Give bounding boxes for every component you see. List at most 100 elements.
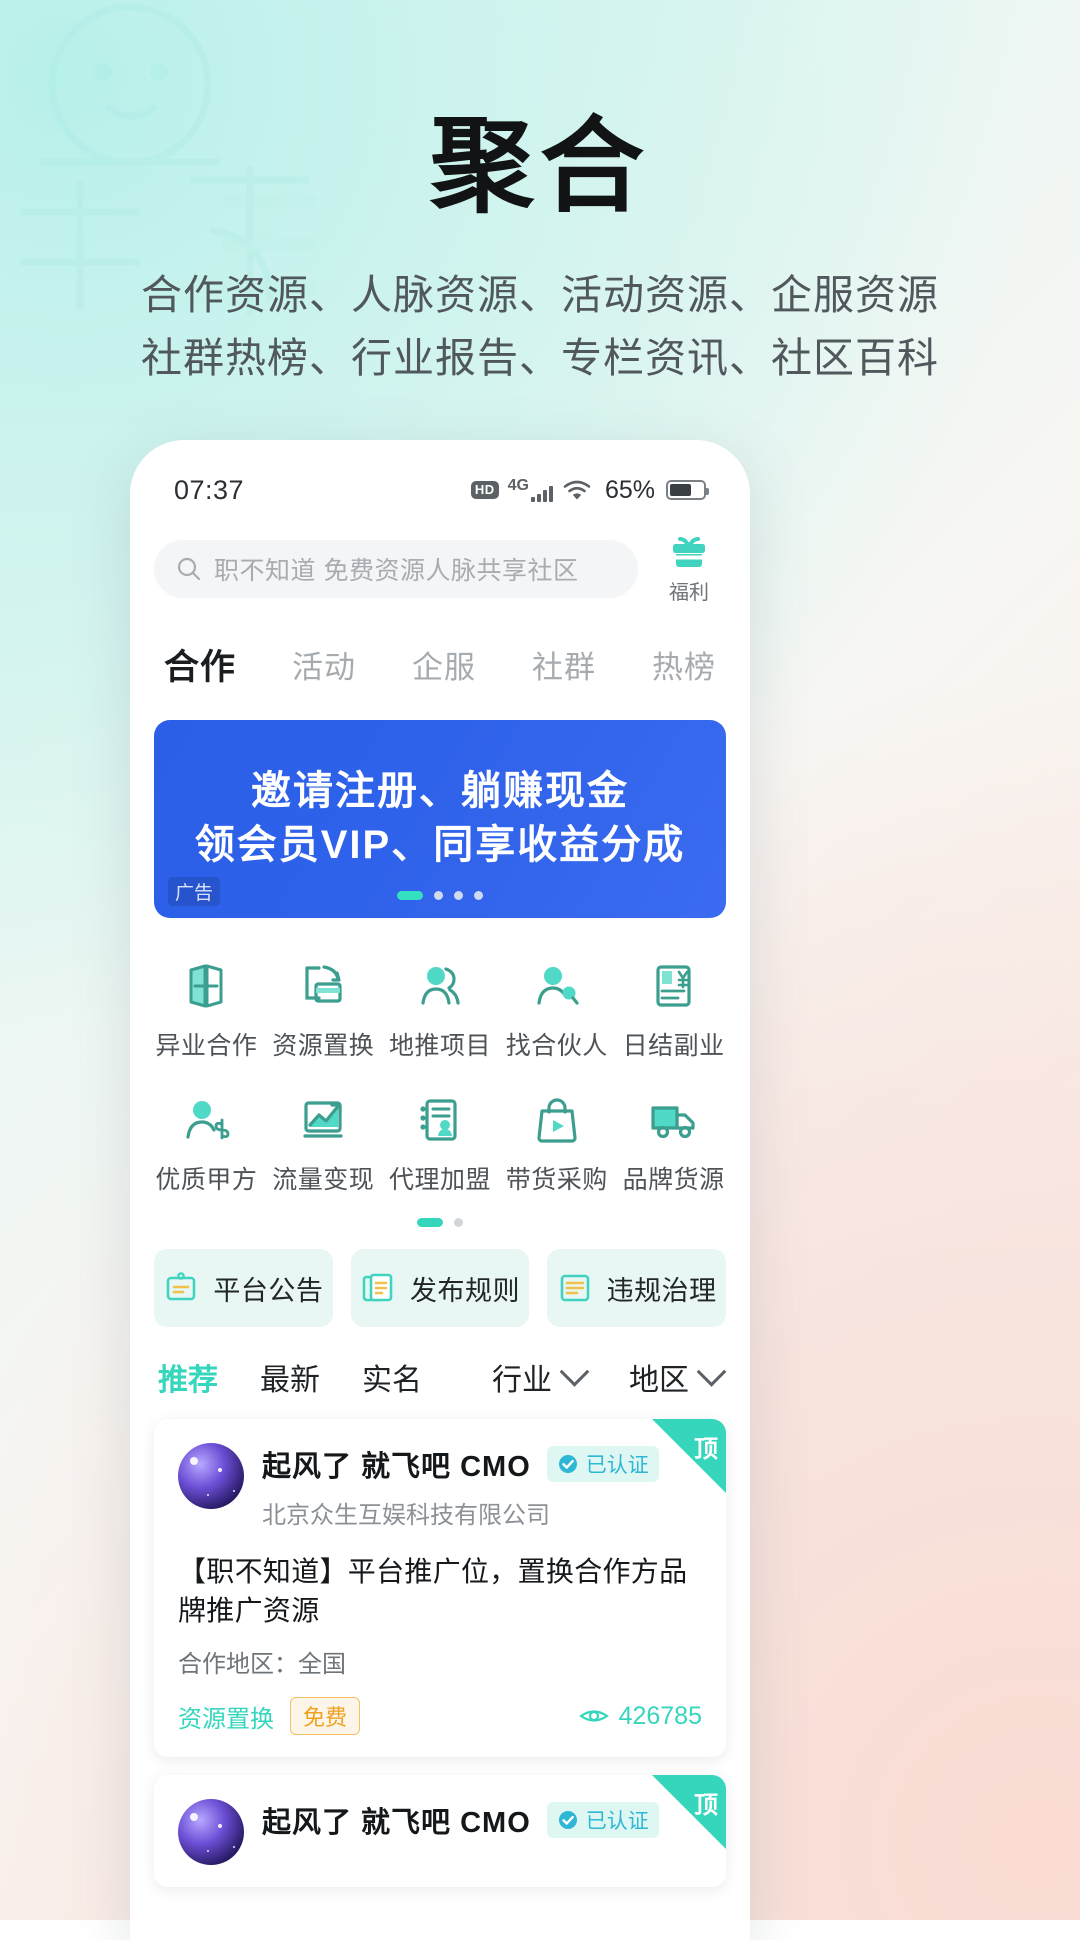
top-badge: 顶 <box>652 1775 726 1850</box>
banner-dot-2[interactable] <box>434 891 443 900</box>
filter-newest[interactable]: 最新 <box>260 1355 320 1399</box>
shop-bag-play-icon <box>537 1098 577 1143</box>
grid-label: 代理加盟 <box>388 1166 491 1194</box>
tab-qifu[interactable]: 企服 <box>412 642 476 687</box>
hero-section: 聚合 合作资源、人脉资源、活动资源、企服资源 社群热榜、行业报告、专栏资讯、社区… <box>0 112 1080 389</box>
status-bar: 07:37 HD 4G 65% <box>130 440 750 518</box>
hd-icon: HD <box>470 480 499 500</box>
search-placeholder: 职不知道 免费资源人脉共享社区 <box>214 556 579 585</box>
top-badge-label: 顶 <box>694 1436 718 1463</box>
grid-pager <box>130 1218 750 1227</box>
eye-icon <box>578 1710 609 1722</box>
grid-item-rijiefuye[interactable]: 日结副业 <box>615 944 732 1072</box>
yen-note-icon <box>655 965 691 1007</box>
verified-check-icon <box>558 1811 577 1830</box>
grid-item-pinpaihuoyuan[interactable]: 品牌货源 <box>615 1078 732 1206</box>
battery-percent: 65% <box>604 475 655 504</box>
grid-item-zhaohehuoren[interactable]: 找合伙人 <box>498 944 615 1072</box>
tab-shequn[interactable]: 社群 <box>532 642 596 687</box>
banner-dot-4[interactable] <box>474 891 483 900</box>
grid-label: 带货采购 <box>505 1166 608 1194</box>
filter-industry-dropdown[interactable]: 行业 <box>492 1355 590 1399</box>
banner-line-2: 领会员VIP、同享收益分成 <box>194 823 686 867</box>
grid-page-dot-2[interactable] <box>454 1218 463 1227</box>
grid-item-daihuocaigou[interactable]: 带货采购 <box>498 1078 615 1206</box>
quick-link-violation[interactable]: 违规治理 <box>547 1249 727 1327</box>
network-label: 4G <box>507 477 529 494</box>
status-time: 07:37 <box>174 474 245 505</box>
documents-icon <box>362 1273 393 1302</box>
avatar <box>178 1443 244 1509</box>
grid-label: 品牌货源 <box>622 1166 725 1194</box>
verified-check-icon <box>558 1455 577 1473</box>
list-filter-bar: 推荐 最新 实名 行业 地区 <box>130 1327 750 1399</box>
filter-recommended[interactable]: 推荐 <box>158 1355 218 1399</box>
grid-item-liuliangbianxian[interactable]: 流量变现 <box>265 1078 382 1206</box>
wifi-icon <box>563 480 591 500</box>
verified-label: 已认证 <box>585 1454 649 1477</box>
battery-icon <box>666 480 709 500</box>
tab-huodong[interactable]: 活动 <box>292 642 356 687</box>
banner-dot-1[interactable] <box>397 891 423 900</box>
status-badge: 已认证 <box>546 1802 659 1839</box>
top-badge-label: 顶 <box>694 1792 718 1820</box>
avatar <box>178 1799 244 1866</box>
truck-icon <box>650 1106 695 1139</box>
trend-chart-icon <box>303 1101 343 1138</box>
exchange-flag-icon <box>189 964 223 1008</box>
chevron-down-icon <box>696 1356 727 1387</box>
list-doc-icon <box>560 1274 589 1302</box>
person-search-icon <box>537 967 579 1005</box>
clipboard-icon <box>167 1272 196 1301</box>
grid-page-dot-1[interactable] <box>417 1218 443 1227</box>
hero-subtitle-line-2: 社群热榜、行业报告、专栏资讯、社区百科 <box>141 334 939 381</box>
grid-item-yiyehezuo[interactable]: 异业合作 <box>148 944 265 1072</box>
filter-region-dropdown[interactable]: 地区 <box>629 1355 727 1399</box>
grid-label: 找合伙人 <box>505 1032 608 1060</box>
quick-link-label: 违规治理 <box>606 1275 717 1306</box>
post-region: 合作地区：全国 <box>178 1651 346 1679</box>
promo-banner[interactable]: 邀请注册、躺赚现金 领会员VIP、同享收益分成 广告 <box>154 720 726 918</box>
page-title: 聚合 <box>429 109 650 225</box>
top-badge: 顶 <box>652 1419 726 1493</box>
grid-item-ditui[interactable]: 地推项目 <box>382 944 499 1072</box>
welfare-label: 福利 <box>669 582 709 604</box>
grid-label: 流量变现 <box>272 1166 375 1194</box>
post-price-tag: 免费 <box>290 1697 361 1736</box>
category-tabs: 合作 活动 企服 社群 热榜 <box>130 605 750 690</box>
grid-item-dailijiameng[interactable]: 代理加盟 <box>382 1078 499 1206</box>
welfare-button[interactable]: 福利 <box>652 532 726 605</box>
grid-label: 日结副业 <box>622 1032 725 1060</box>
grid-label: 资源置换 <box>272 1032 375 1060</box>
grid-label: 异业合作 <box>155 1032 258 1060</box>
banner-dot-3[interactable] <box>454 891 463 900</box>
tab-hezuo[interactable]: 合作 <box>164 639 236 690</box>
search-icon <box>177 557 201 580</box>
post-username: 起风了 就飞吧 CMO <box>262 1807 531 1840</box>
banner-line-1: 邀请注册、躺赚现金 <box>251 769 629 813</box>
quick-link-announcement[interactable]: 平台公告 <box>154 1249 333 1327</box>
two-people-icon <box>421 967 460 1005</box>
quick-link-rules[interactable]: 发布规则 <box>350 1249 530 1327</box>
grid-item-youzhijiafang[interactable]: 优质甲方 <box>148 1078 265 1206</box>
post-card[interactable]: 顶 起风了 就飞吧 CMO 已认证 <box>154 1775 726 1888</box>
grid-item-ziyuanzhihuan[interactable]: 资源置换 <box>265 944 382 1072</box>
quick-links-row: 平台公告 发布规则 违规治理 <box>130 1227 750 1327</box>
post-card[interactable]: 顶 起风了 就飞吧 CMO 已认证 北京众生互娱科技有限公司 【职不知道】平台推… <box>154 1419 726 1758</box>
chevron-down-icon <box>559 1356 590 1387</box>
post-company: 北京众生互娱科技有限公司 <box>262 1502 550 1529</box>
quick-link-label: 平台公告 <box>213 1275 324 1306</box>
search-row: 职不知道 免费资源人脉共享社区 福利 <box>130 518 750 605</box>
tab-rebang[interactable]: 热榜 <box>652 642 716 687</box>
verified-label: 已认证 <box>585 1810 649 1834</box>
post-username: 起风了 就飞吧 CMO <box>262 1451 531 1483</box>
banner-dots <box>154 891 726 900</box>
filter-verified[interactable]: 实名 <box>362 1355 422 1399</box>
resume-person-icon <box>420 1099 457 1141</box>
service-grid: 异业合作 资源置换 地推项目 找合伙人 日结副业 优质甲方 流量变现 代理加盟 … <box>148 944 732 1206</box>
network-4g-icon: 4G <box>508 478 553 502</box>
quick-link-label: 发布规则 <box>410 1275 520 1306</box>
hero-subtitle-line-1: 合作资源、人脉资源、活动资源、企服资源 <box>141 272 939 319</box>
post-views-count: 426785 <box>618 1701 702 1730</box>
search-input[interactable]: 职不知道 免费资源人脉共享社区 <box>154 539 638 598</box>
